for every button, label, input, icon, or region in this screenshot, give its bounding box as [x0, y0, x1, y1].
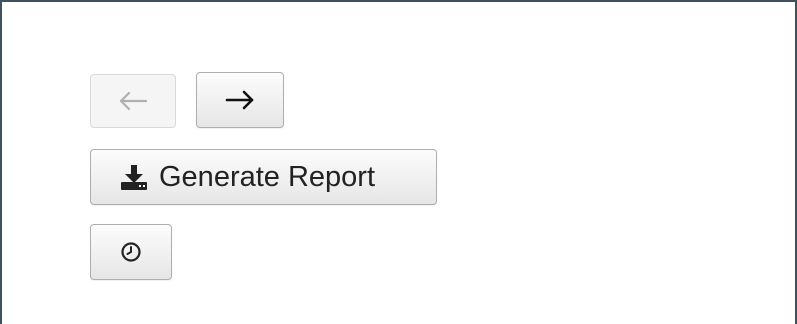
generate-report-button[interactable]: Generate Report: [90, 149, 437, 205]
forward-button[interactable]: [196, 72, 284, 128]
back-button[interactable]: [90, 74, 176, 128]
arrow-left-icon: [118, 91, 148, 111]
clock-icon: [120, 241, 142, 263]
panel-frame: Generate Report: [0, 0, 797, 324]
arrow-right-icon: [225, 90, 255, 110]
download-icon: [119, 163, 149, 191]
history-button[interactable]: [90, 224, 172, 280]
generate-report-label: Generate Report: [159, 160, 376, 193]
